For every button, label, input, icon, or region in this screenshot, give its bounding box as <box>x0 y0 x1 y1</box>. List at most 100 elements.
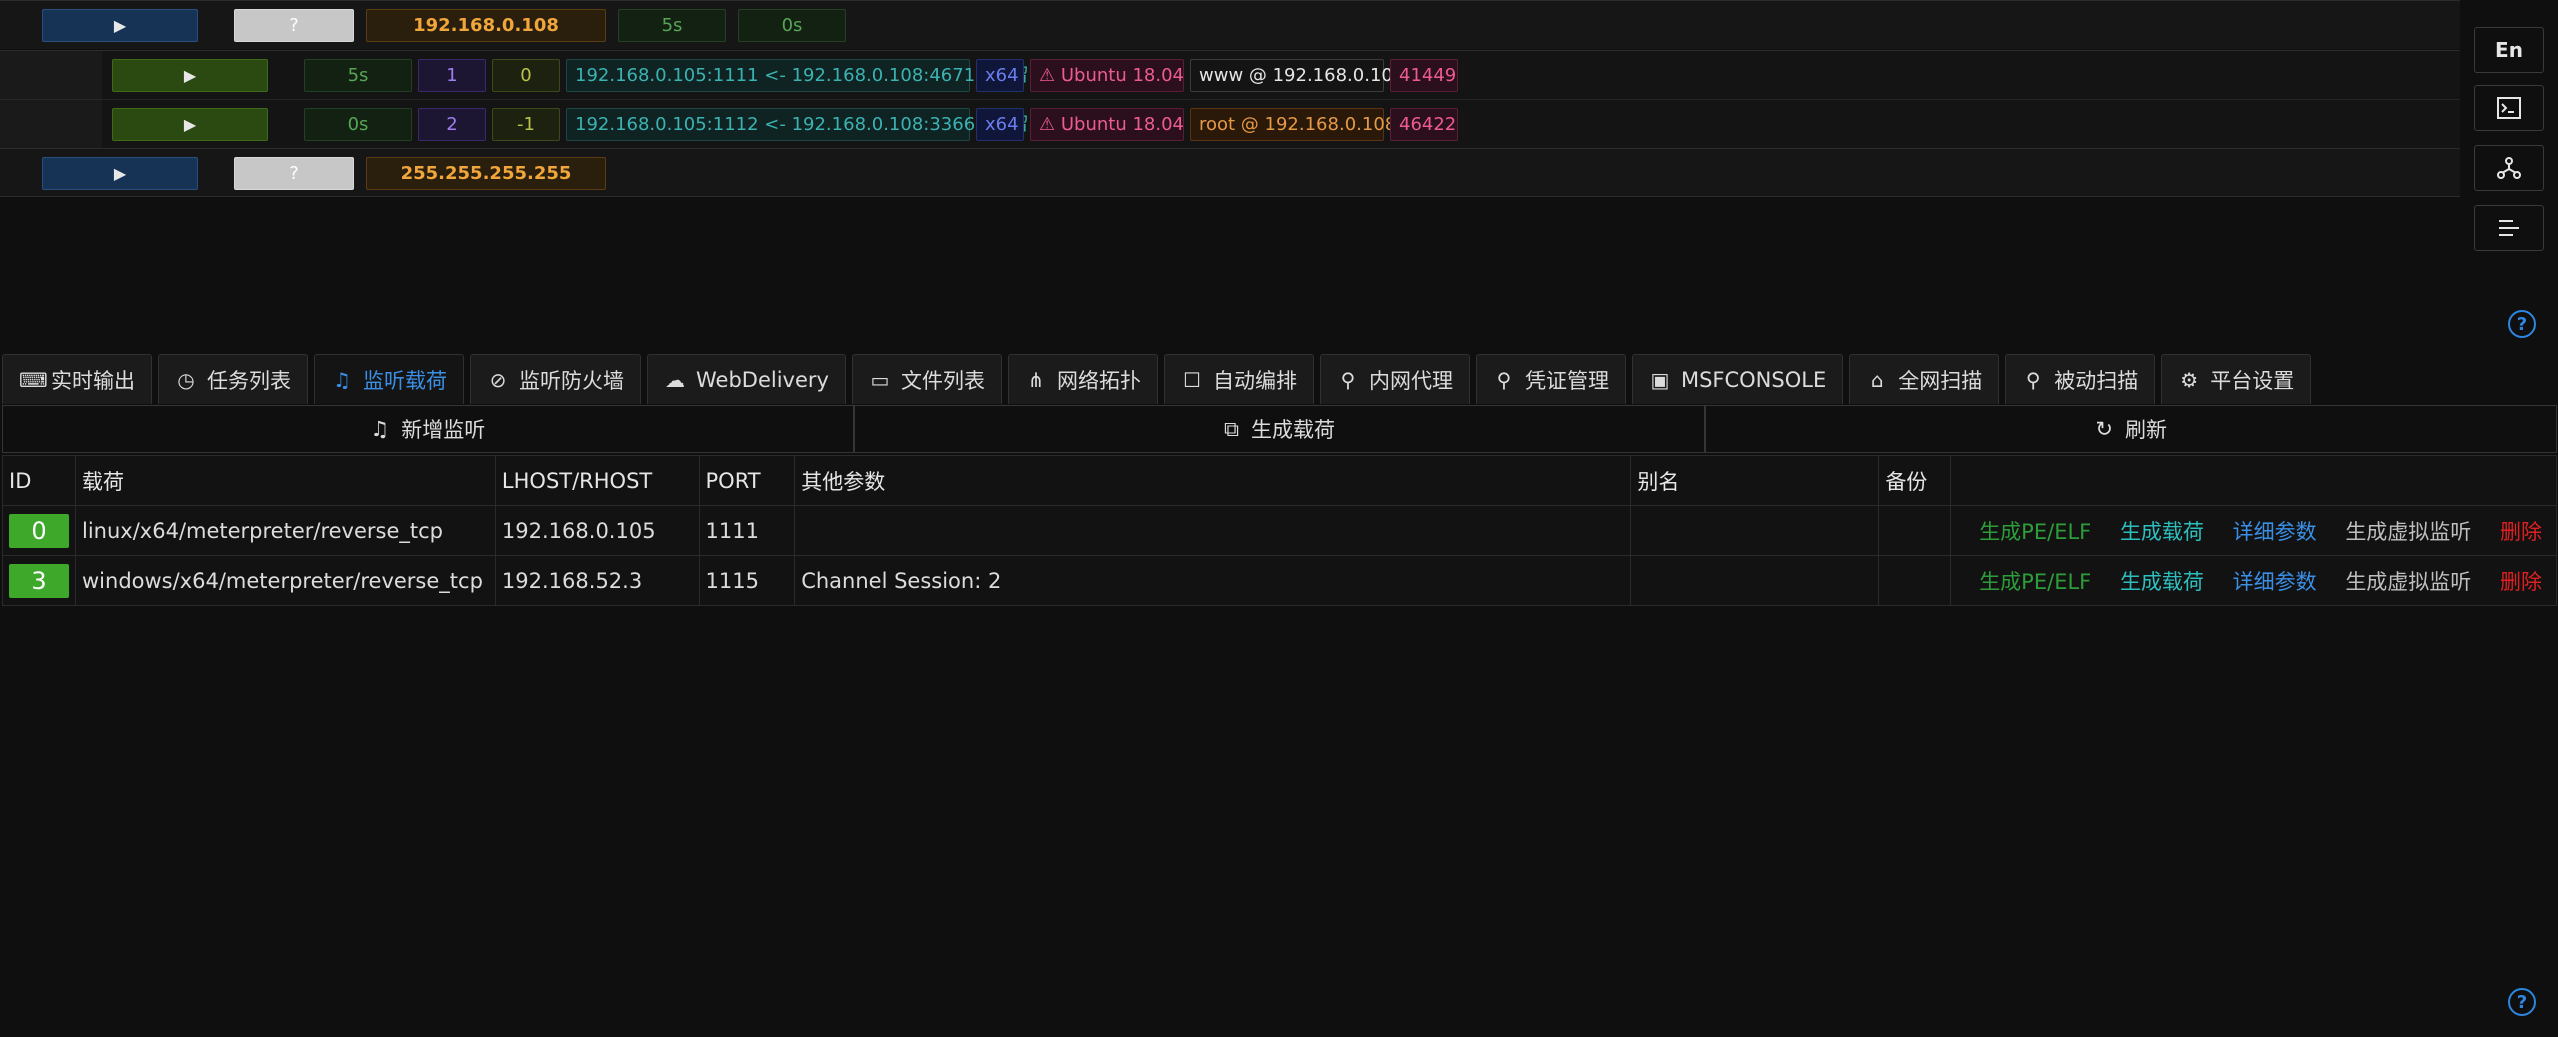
table-header-row: ID 载荷 LHOST/RHOST PORT 其他参数 别名 备份 <box>2 455 2557 506</box>
generate-pe-elf-link[interactable]: 生成PE/ELF <box>1979 570 2091 594</box>
tab-webdelivery[interactable]: ☁ WebDelivery <box>647 354 846 404</box>
table-row: 0 linux/x64/meterpreter/reverse_tcp 192.… <box>2 505 2557 556</box>
tab-listener-payload[interactable]: ♫ 监听载荷 <box>314 354 464 404</box>
tab-realtime-output[interactable]: ⌨ 实时输出 <box>2 354 152 404</box>
tab-intranet-proxy[interactable]: ⚲ 内网代理 <box>1319 354 1470 404</box>
host-time-1: 5s <box>618 9 726 42</box>
headphones-icon: ♫ <box>333 367 351 392</box>
port-cell: 1115 <box>698 555 796 606</box>
detail-params-link[interactable]: 详细参数 <box>2233 520 2317 544</box>
session-number: -1 <box>492 108 560 141</box>
port-cell: 1111 <box>698 505 796 556</box>
remark-cell[interactable] <box>1878 505 1952 556</box>
generate-payload-link[interactable]: 生成载荷 <box>2120 570 2204 594</box>
remark-cell[interactable] <box>1878 555 1952 606</box>
generate-pe-elf-link[interactable]: 生成PE/ELF <box>1979 520 2091 544</box>
search-icon: ⚲ <box>1496 367 1512 392</box>
tab-file-list[interactable]: ▭ 文件列表 <box>851 354 1002 404</box>
session-user: root @ 192.168.0.108 <box>1190 108 1396 141</box>
delete-link[interactable]: 删除 <box>2500 570 2542 594</box>
listener-id-badge: 3 <box>9 563 69 598</box>
tab-network-scan[interactable]: ⌂ 全网扫描 <box>1849 354 2000 404</box>
align-left-icon <box>2499 220 2519 236</box>
session-pid: 46422 <box>1390 108 1458 141</box>
terminal-button[interactable] <box>2474 85 2544 131</box>
add-listener-button[interactable]: ♫ 新增监听 <box>2 405 854 453</box>
session-arch: x64 <box>976 108 1024 141</box>
terminal-icon <box>2497 97 2521 119</box>
detail-params-link[interactable]: 详细参数 <box>2233 570 2317 594</box>
virtual-listener-link[interactable]: 生成虚拟监听 <box>2345 570 2471 594</box>
tab-msfconsole[interactable]: ▣ MSFCONSOLE <box>1631 354 1844 404</box>
ops-cell: 生成PE/ELF 生成载荷 详细参数 生成虚拟监听 删除 <box>1950 555 2557 606</box>
clock-icon: ◷ <box>177 367 195 392</box>
params-cell: Channel Session: 2 <box>794 555 1632 606</box>
col-ops <box>1950 455 2557 506</box>
search-icon: ⚲ <box>2025 367 2041 392</box>
host-time-2: 0s <box>738 9 846 42</box>
host-row: ▶ ? 255.255.255.255 <box>0 148 2460 197</box>
tab-passive-scan[interactable]: ⚲ 被动扫描 <box>2005 354 2156 404</box>
tab-platform-settings[interactable]: ⚙ 平台设置 <box>2161 354 2312 404</box>
session-menu-button[interactable]: ▶ <box>112 59 268 92</box>
alias-cell[interactable] <box>1630 505 1880 556</box>
network-icon <box>2497 157 2521 179</box>
session-row: ▶ 0s 2 -1 192.168.0.105:1112 <- 192.168.… <box>0 99 2460 148</box>
params-cell <box>794 505 1632 556</box>
refresh-button[interactable]: ↻ 刷新 <box>1705 405 2558 453</box>
listener-action-bar: ♫ 新增监听 ⧉ 生成载荷 ↻ 刷新 <box>2 405 2558 453</box>
headphones-icon: ♫ <box>370 417 390 441</box>
menu-button[interactable] <box>2474 205 2544 251</box>
help-icon[interactable]: ? <box>2508 310 2536 338</box>
tab-network-topology[interactable]: ⋔ 网络拓扑 <box>1007 354 1158 404</box>
console-icon: ▣ <box>1650 367 1670 392</box>
session-pid: 41449 <box>1390 59 1458 92</box>
session-id: 1 <box>418 59 486 92</box>
virtual-listener-link[interactable]: 生成虚拟监听 <box>2345 520 2471 544</box>
tab-task-list[interactable]: ◷ 任务列表 <box>158 354 308 404</box>
session-os: ⚠ Ubuntu 18.04 <box>1030 59 1184 92</box>
forbidden-icon: ⊘ <box>489 367 507 392</box>
alias-cell[interactable] <box>1630 555 1880 606</box>
col-payload: 载荷 <box>75 455 496 506</box>
expand-host-button[interactable]: ▶ <box>42 9 198 42</box>
host-cell: 192.168.0.105 <box>494 505 700 556</box>
robot-icon: ☐ <box>1182 367 1201 392</box>
language-button[interactable]: En <box>2474 27 2544 73</box>
host-row: ▶ ? 192.168.0.108 5s 0s <box>0 0 2460 49</box>
session-menu-button[interactable]: ▶ <box>112 108 268 141</box>
expand-host-button[interactable]: ▶ <box>42 157 198 190</box>
refresh-icon: ↻ <box>2095 417 2113 441</box>
gear-icon: ⚙ <box>2180 367 2199 392</box>
host-cell: 192.168.52.3 <box>494 555 700 606</box>
ops-cell: 生成PE/ELF 生成载荷 详细参数 生成虚拟监听 删除 <box>1950 505 2557 556</box>
delete-link[interactable]: 删除 <box>2500 520 2542 544</box>
help-icon[interactable]: ? <box>2508 988 2536 1016</box>
col-host: LHOST/RHOST <box>494 455 700 506</box>
session-connection: 192.168.0.105:1112 <- 192.168.0.108:3366… <box>566 108 1028 141</box>
session-number: 0 <box>492 59 560 92</box>
col-port: PORT <box>698 455 796 506</box>
col-params: 其他参数 <box>794 455 1632 506</box>
col-alias: 别名 <box>1630 455 1880 506</box>
linux-icon: ⚠ <box>1039 114 1061 135</box>
table-row: 3 windows/x64/meterpreter/reverse_tcp 19… <box>2 555 2557 606</box>
tab-auto-orchestration[interactable]: ☐ 自动编排 <box>1163 354 1314 404</box>
linux-icon: ⚠ <box>1039 65 1061 86</box>
scan-icon: ⌂ <box>1870 367 1884 392</box>
session-last-seen: 5s <box>304 59 412 92</box>
listener-id-badge: 0 <box>9 513 69 548</box>
payload-cell: linux/x64/meterpreter/reverse_tcp <box>75 505 496 556</box>
terminal-output-icon: ⌨ <box>19 367 48 392</box>
session-arch: x64 <box>976 59 1024 92</box>
tab-listener-firewall[interactable]: ⊘ 监听防火墙 <box>470 354 641 404</box>
host-ip[interactable]: 255.255.255.255 <box>366 157 606 190</box>
main-tabs: ⌨ 实时输出 ◷ 任务列表 ♫ 监听载荷 ⊘ 监听防火墙 ☁ WebDelivery ▭ 文… <box>2 354 2317 404</box>
host-ip[interactable]: 192.168.0.108 <box>366 9 606 42</box>
copy-icon: ⧉ <box>1224 416 1239 441</box>
generate-payload-link[interactable]: 生成载荷 <box>2120 520 2204 544</box>
tab-credential-manage[interactable]: ⚲ 凭证管理 <box>1475 354 1626 404</box>
generate-payload-button[interactable]: ⧉ 生成载荷 <box>853 405 1706 453</box>
session-user: www @ 192.168.0.108 <box>1190 59 1404 92</box>
topology-button[interactable] <box>2474 145 2544 191</box>
